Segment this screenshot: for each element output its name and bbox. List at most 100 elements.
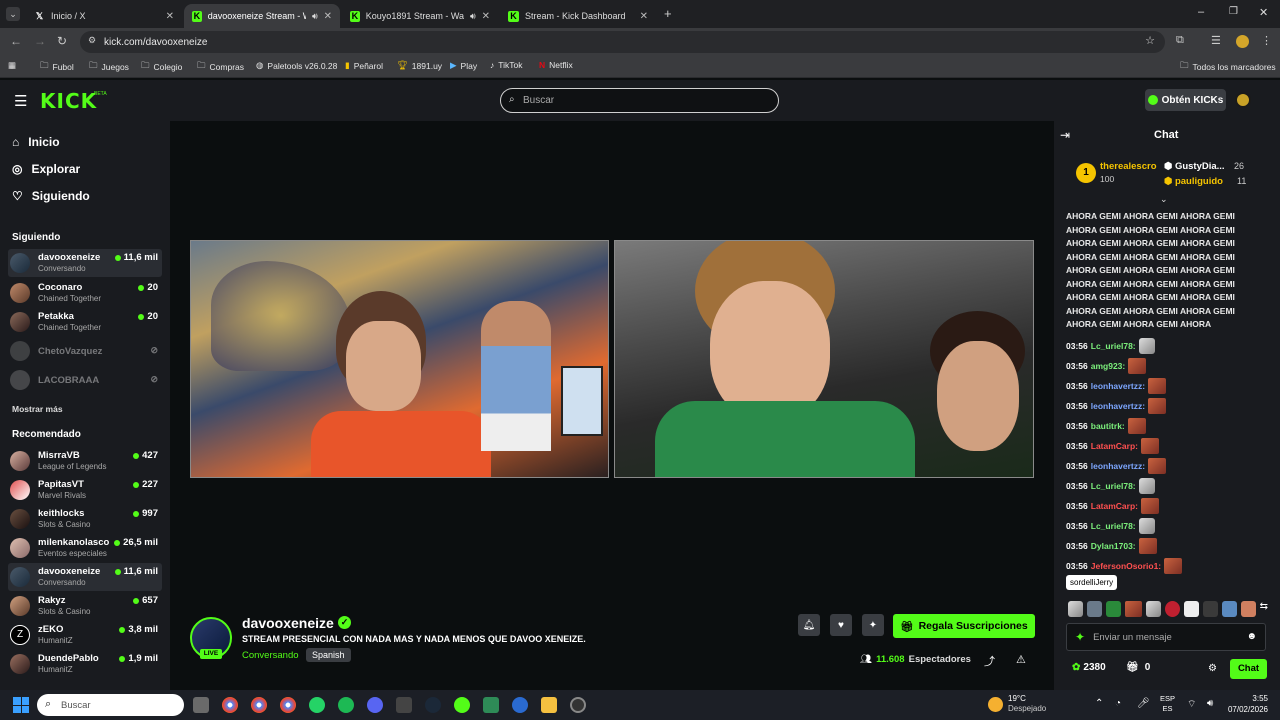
kick-emote-icon[interactable]: ✦: [1075, 630, 1085, 644]
bookmark-play[interactable]: ▶ Play: [450, 60, 477, 71]
mic-icon[interactable]: 🎤︎: [1137, 698, 1150, 709]
user-avatar[interactable]: [1235, 92, 1251, 108]
bookmark-1891[interactable]: 🏆︎ 1891.uy: [397, 60, 442, 71]
following-channel[interactable]: davooxeneize Conversando 11,6 mil: [8, 249, 162, 277]
steam-icon[interactable]: [425, 697, 441, 713]
top-gifter-2[interactable]: ⬢ GustyDia...: [1164, 161, 1225, 172]
chat-username[interactable]: leonhavertzz:: [1091, 461, 1145, 471]
top-gifter-name[interactable]: therealescro: [1100, 161, 1157, 172]
chrome-icon[interactable]: [251, 697, 267, 713]
bookmark-paletools[interactable]: ◍ Paletools v26.0.28: [256, 60, 337, 71]
channel-name[interactable]: davooxeneize: [242, 615, 334, 631]
recommended-channel[interactable]: Rakyz Slots & Casino 657: [8, 592, 162, 620]
tab-x[interactable]: 𝕏 Inicio / X ✕: [26, 4, 182, 28]
weather-widget[interactable]: 19°C Despejado: [1008, 694, 1046, 714]
sparkle-button[interactable]: ✦: [862, 614, 884, 636]
media-icon[interactable]: ☰: [1211, 34, 1221, 47]
following-channel[interactable]: Petakka Chained Together 20: [8, 308, 162, 336]
chrome-icon[interactable]: [280, 697, 296, 713]
following-channel-offline[interactable]: ChetoVazquez ⊘: [8, 337, 162, 365]
bookmark-fubol[interactable]: 🗀 Fubol: [40, 60, 74, 74]
chat-username[interactable]: amg923:: [1091, 361, 1126, 371]
bookmark-compras[interactable]: 🗀 Compras: [197, 60, 244, 74]
report-icon[interactable]: ⚠: [1016, 653, 1026, 666]
tab-search-button[interactable]: ⌄: [6, 7, 20, 21]
emote-icon[interactable]: [1086, 601, 1102, 617]
close-icon[interactable]: ✕: [482, 11, 490, 22]
nav-inicio[interactable]: ⌂ Inicio: [12, 135, 60, 149]
chrome-icon[interactable]: [222, 697, 238, 713]
forward-icon[interactable]: →: [34, 34, 46, 48]
url-input[interactable]: ⚙ kick.com/davooxeneize ☆: [80, 31, 1165, 53]
back-icon[interactable]: ←: [10, 34, 22, 48]
follow-heart-button[interactable]: ♥: [830, 614, 852, 636]
language-indicator[interactable]: ESP ES: [1160, 694, 1175, 714]
whatsapp-icon[interactable]: [309, 697, 325, 713]
reload-icon[interactable]: ↻: [57, 34, 67, 48]
clock[interactable]: 3:55 07/02/2026: [1225, 693, 1268, 715]
taskbar-search[interactable]: ⌕ Buscar: [37, 694, 184, 716]
speaker-icon[interactable]: 🔊︎: [470, 11, 476, 22]
tray-chevron-icon[interactable]: ⌃: [1095, 698, 1103, 709]
emote-icon[interactable]: [1068, 601, 1083, 617]
wifi-icon[interactable]: ⌔: [1187, 698, 1196, 711]
file-explorer-icon[interactable]: [541, 697, 557, 713]
excel-icon[interactable]: [483, 697, 499, 713]
xbox-icon[interactable]: [454, 697, 470, 713]
task-view-icon[interactable]: [193, 697, 209, 713]
network-icon[interactable]: ◔: [1115, 698, 1121, 709]
recommended-channel[interactable]: milenkanolasco Eventos especiales 26,5 mi…: [8, 534, 162, 562]
show-more-link[interactable]: Mostrar más: [12, 404, 63, 414]
nav-siguiendo[interactable]: ♡ Siguiendo: [12, 189, 90, 203]
tab-davooxeneize[interactable]: K davooxeneize Stream - Wat 🔊︎ ✕: [184, 4, 340, 28]
kick-logo[interactable]: KICK: [40, 89, 97, 113]
kicks-balance[interactable]: ✿ 2380: [1072, 662, 1106, 673]
chat-username[interactable]: Dylan1703:: [1091, 541, 1136, 551]
nav-explorar[interactable]: ◎ Explorar: [12, 162, 80, 176]
chat-username[interactable]: Lc_uriel78:: [1091, 341, 1136, 351]
emote-more-icon[interactable]: ⇆: [1260, 601, 1268, 617]
emote-icon[interactable]: [1164, 601, 1180, 617]
emote-icon[interactable]: [1124, 601, 1142, 617]
bookmark-tiktok[interactable]: ♪ TikTok: [490, 60, 523, 70]
bookmark-penarol[interactable]: ▮ Peñarol: [345, 60, 383, 71]
recommended-channel[interactable]: keithlocks Slots & Casino 997: [8, 505, 162, 533]
following-channel[interactable]: Coconaro Chained Together 20: [8, 279, 162, 307]
new-tab-button[interactable]: +: [664, 6, 672, 21]
video-right[interactable]: [614, 240, 1034, 478]
emote-icon[interactable]: [1202, 601, 1218, 617]
recommended-channel[interactable]: davooxeneize Conversando 11,6 mil: [8, 563, 162, 591]
share-icon[interactable]: ⤴: [984, 653, 995, 669]
send-chat-button[interactable]: Chat: [1230, 659, 1267, 679]
tab-kouyo1891[interactable]: K Kouyo1891 Stream - Watch 🔊︎ ✕: [342, 4, 498, 28]
get-kicks-button[interactable]: Obtén KICKs: [1145, 89, 1226, 111]
recommended-channel[interactable]: MisrraVB League of Legends 427: [8, 447, 162, 475]
video-left[interactable]: [190, 240, 609, 478]
chat-username[interactable]: leonhavertzz:: [1091, 381, 1145, 391]
chat-username[interactable]: LatamCarp:: [1091, 441, 1138, 451]
close-icon[interactable]: ✕: [324, 11, 332, 22]
expand-icon[interactable]: ⌄: [1160, 194, 1168, 205]
discord-icon[interactable]: [367, 697, 383, 713]
emote-icon[interactable]: [1240, 601, 1256, 617]
chat-username[interactable]: LatamCarp:: [1091, 501, 1138, 511]
profile-avatar[interactable]: [1236, 35, 1249, 48]
edge-icon[interactable]: [512, 697, 528, 713]
app-icon[interactable]: [396, 697, 412, 713]
close-icon[interactable]: ✕: [640, 11, 648, 22]
chat-username[interactable]: Lc_uriel78:: [1091, 521, 1136, 531]
extensions-icon[interactable]: ⧉: [1176, 34, 1184, 47]
language-tag[interactable]: Spanish: [306, 648, 351, 662]
following-channel-offline[interactable]: LACOBRAAA ⊘: [8, 366, 162, 394]
menu-icon[interactable]: ⋮: [1261, 34, 1272, 47]
all-bookmarks[interactable]: 🗀 Todos los marcadores: [1180, 60, 1276, 74]
star-icon[interactable]: ☆: [1145, 34, 1155, 47]
bookmark-juegos[interactable]: 🗀 Juegos: [89, 60, 129, 74]
subs-count[interactable]: 🎁︎ 0: [1126, 662, 1150, 673]
minimize-button[interactable]: –: [1198, 6, 1204, 18]
emote-icon[interactable]: [1145, 601, 1161, 617]
spotify-icon[interactable]: [338, 697, 354, 713]
maximize-button[interactable]: ❐: [1229, 6, 1238, 17]
emote-icon[interactable]: [1221, 601, 1237, 617]
obs-icon[interactable]: [570, 697, 586, 713]
